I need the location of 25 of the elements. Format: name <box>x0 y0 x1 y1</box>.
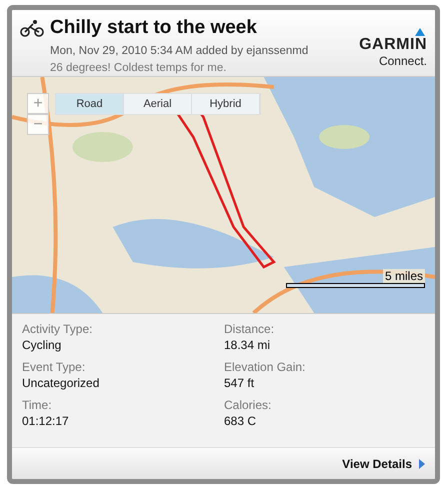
activity-title: Chilly start to the week <box>50 17 258 39</box>
map-type-tab[interactable]: Road <box>56 94 124 114</box>
logo-product: Connect. <box>378 54 427 68</box>
logo-brand: GARMIN <box>359 36 427 54</box>
stat-label: Distance: <box>224 322 276 336</box>
activity-meta: Mon, Nov 29, 2010 5:34 AM added by ejanssenmd <box>50 45 310 57</box>
activity-note: 26 degrees! Coldest temps for me. <box>50 62 228 74</box>
stat-label: Elevation Gain: <box>224 360 306 374</box>
stat-value: 01:12:17 <box>22 414 70 428</box>
stat-label: Activity Type: <box>22 322 94 336</box>
stat-label: Time: <box>22 398 53 412</box>
stat-value: 18.34 mi <box>224 338 272 352</box>
view-details-link[interactable]: View Details <box>342 456 412 470</box>
stat-value: Cycling <box>22 338 62 352</box>
map-type-tab[interactable]: Hybrid <box>192 94 260 114</box>
bicycle-icon <box>20 19 44 37</box>
stat-label: Event Type: <box>22 360 86 374</box>
stat-value: Uncategorized <box>22 376 100 390</box>
stat-value: 683 C <box>224 414 258 428</box>
triangle-icon <box>415 28 425 36</box>
caret-icon <box>419 458 425 468</box>
map-type-tab[interactable]: Aerial <box>124 94 192 114</box>
stat-value: 547 ft <box>224 376 256 390</box>
scale-label: 5 miles <box>382 269 425 283</box>
stat-label: Calories: <box>224 398 272 412</box>
